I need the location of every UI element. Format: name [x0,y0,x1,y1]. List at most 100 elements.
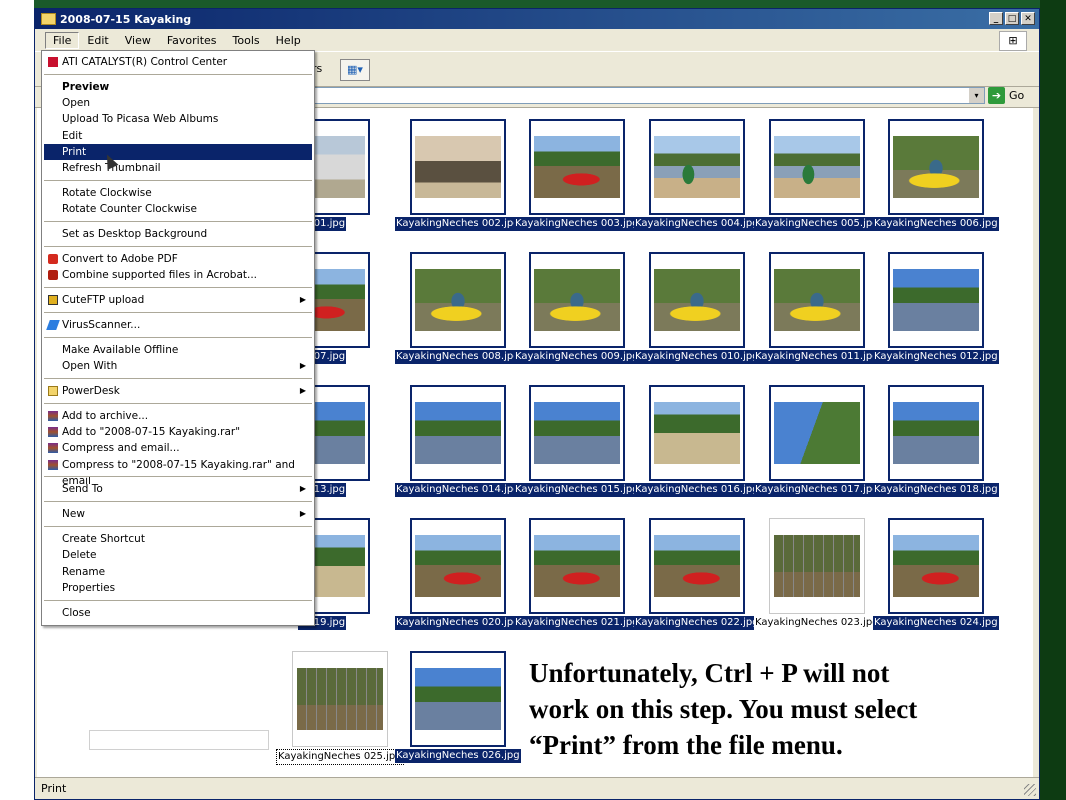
thumbnail[interactable] [410,252,506,348]
thumbnail[interactable] [888,518,984,614]
menu-item-powerdesk[interactable]: PowerDesk ▶ [44,383,312,399]
go-button[interactable]: ➔ Go [988,87,1024,104]
file-name[interactable]: KayakingNeches 018.jpg [873,483,999,497]
menu-item-add-to-archive[interactable]: Add to archive... [44,408,312,424]
menu-file[interactable]: File [45,31,80,49]
menu-separator [44,525,312,527]
thumbnail[interactable] [529,119,625,215]
thumbnail[interactable] [410,385,506,481]
title-bar[interactable]: 2008-07-15 Kayaking _ □ ✕ [35,9,1039,29]
go-arrow-icon: ➔ [988,87,1005,104]
menu-item-open-with[interactable]: Open With ▶ [44,358,312,374]
winrar-icon [48,410,58,421]
address-dropdown-button[interactable]: ▾ [969,88,984,103]
menu-item-combine-supported-files-in-acrobat[interactable]: Combine supported files in Acrobat... [44,267,312,283]
menu-item-upload-to-picasa-web-albums[interactable]: Upload To Picasa Web Albums [44,111,312,127]
thumbnail[interactable] [649,119,745,215]
thumbnail[interactable] [529,518,625,614]
annotation-text: Unfortunately, Ctrl + P will not work on… [529,655,1009,763]
thumbnail[interactable] [292,651,388,747]
menu-edit[interactable]: Edit [79,32,116,49]
menu-view[interactable]: View [117,32,159,49]
menu-item-label: PowerDesk [62,384,120,397]
file-name[interactable]: KayakingNeches 002.jpg [395,217,521,231]
menu-item-print[interactable]: Print [44,144,312,160]
menu-item-rotate-clockwise[interactable]: Rotate Clockwise [44,185,312,201]
thumbnail[interactable] [769,119,865,215]
thumbnail[interactable] [649,518,745,614]
menu-item-compress-to-2008-07-15-kayaking-rar-and-email[interactable]: Compress to "2008-07-15 Kayaking.rar" an… [44,457,312,487]
address-input[interactable]: ▾ [305,87,985,104]
menu-item-preview[interactable]: Preview [44,79,312,95]
menu-item-rotate-counter-clockwise[interactable]: Rotate Counter Clockwise [44,201,312,217]
file-name[interactable]: KayakingNeches 025.jpg [276,749,404,765]
file-name[interactable]: KayakingNeches 026.jpg [395,749,521,763]
thumbnail[interactable] [888,119,984,215]
file-name[interactable]: KayakingNeches 014.jpg [395,483,521,497]
thumbnail[interactable] [888,252,984,348]
menu-item-properties[interactable]: Properties [44,580,312,596]
menu-item-close[interactable]: Close [44,605,312,621]
thumbnail[interactable] [649,385,745,481]
menu-item-rename[interactable]: Rename [44,564,312,580]
file-name[interactable]: KayakingNeches 009.jpg [514,350,640,364]
menu-favorites[interactable]: Favorites [159,32,225,49]
file-name[interactable]: KayakingNeches 005.jpg [754,217,880,231]
menu-tools[interactable]: Tools [225,32,268,49]
thumbnail[interactable] [769,252,865,348]
menu-item-convert-to-adobe-pdf[interactable]: Convert to Adobe PDF [44,251,312,267]
thumbnail[interactable] [649,252,745,348]
menu-item-add-to-2008-07-15-kayaking-rar[interactable]: Add to "2008-07-15 Kayaking.rar" [44,424,312,440]
menu-item-set-as-desktop-background[interactable]: Set as Desktop Background [44,226,312,242]
file-name[interactable]: KayakingNeches 011.jpg [754,350,880,364]
folder-icon [41,13,56,25]
close-button[interactable]: ✕ [1021,12,1035,25]
file-name[interactable]: KayakingNeches 015.jpg [514,483,640,497]
menu-item-label: Open With [62,360,118,372]
file-name[interactable]: KayakingNeches 024.jpg [873,616,999,630]
menu-item-ati-catalyst-r-control-center[interactable]: ATI CATALYST(R) Control Center [44,54,312,70]
menu-item-open[interactable]: Open [44,95,312,111]
menu-separator [44,221,312,223]
file-name[interactable]: KayakingNeches 010.jpg [634,350,760,364]
menu-item-edit[interactable]: Edit [44,128,312,144]
file-name[interactable]: KayakingNeches 021.jpg [514,616,640,630]
menu-item-label: Add to archive... [62,409,149,422]
file-name[interactable]: KayakingNeches 023.jpg [754,616,880,630]
thumbnail[interactable] [769,518,865,614]
views-button[interactable]: ▦▾ [340,59,370,81]
thumbnail[interactable] [769,385,865,481]
photo-river [534,402,620,464]
menu-item-cuteftp-upload[interactable]: CuteFTP upload ▶ [44,292,312,308]
menu-item-new[interactable]: New ▶ [44,506,312,522]
file-name[interactable]: KayakingNeches 004.jpg [634,217,760,231]
menu-item-label: Properties [62,581,116,594]
thumbnail[interactable] [410,518,506,614]
maximize-button[interactable]: □ [1005,12,1019,25]
desktop-strip-left [0,0,34,800]
file-name[interactable]: KayakingNeches 003.jpg [514,217,640,231]
file-name[interactable]: KayakingNeches 020.jpg [395,616,521,630]
resize-grip-icon[interactable] [1024,784,1036,796]
menu-item-delete[interactable]: Delete [44,547,312,563]
thumbnail[interactable] [888,385,984,481]
menu-help[interactable]: Help [268,32,309,49]
menu-item-compress-and-email[interactable]: Compress and email... [44,440,312,456]
menu-item-virusscanner[interactable]: VirusScanner... [44,317,312,333]
menu-item-refresh-thumbnail[interactable]: Refresh Thumbnail [44,160,312,176]
menu-item-send-to[interactable]: Send To ▶ [44,481,312,497]
file-name[interactable]: KayakingNeches 022.jpg [634,616,760,630]
file-name[interactable]: KayakingNeches 016.jpg [634,483,760,497]
photo-river-kayak [654,535,740,597]
file-name[interactable]: KayakingNeches 012.jpg [873,350,999,364]
thumbnail[interactable] [410,119,506,215]
file-name[interactable]: KayakingNeches 017.jpg [754,483,880,497]
menu-item-create-shortcut[interactable]: Create Shortcut [44,531,312,547]
file-name[interactable]: KayakingNeches 006.jpg [873,217,999,231]
minimize-button[interactable]: _ [989,12,1003,25]
thumbnail[interactable] [529,385,625,481]
menu-item-make-available-offline[interactable]: Make Available Offline [44,342,312,358]
thumbnail[interactable] [410,651,506,747]
file-name[interactable]: KayakingNeches 008.jpg [395,350,521,364]
thumbnail[interactable] [529,252,625,348]
